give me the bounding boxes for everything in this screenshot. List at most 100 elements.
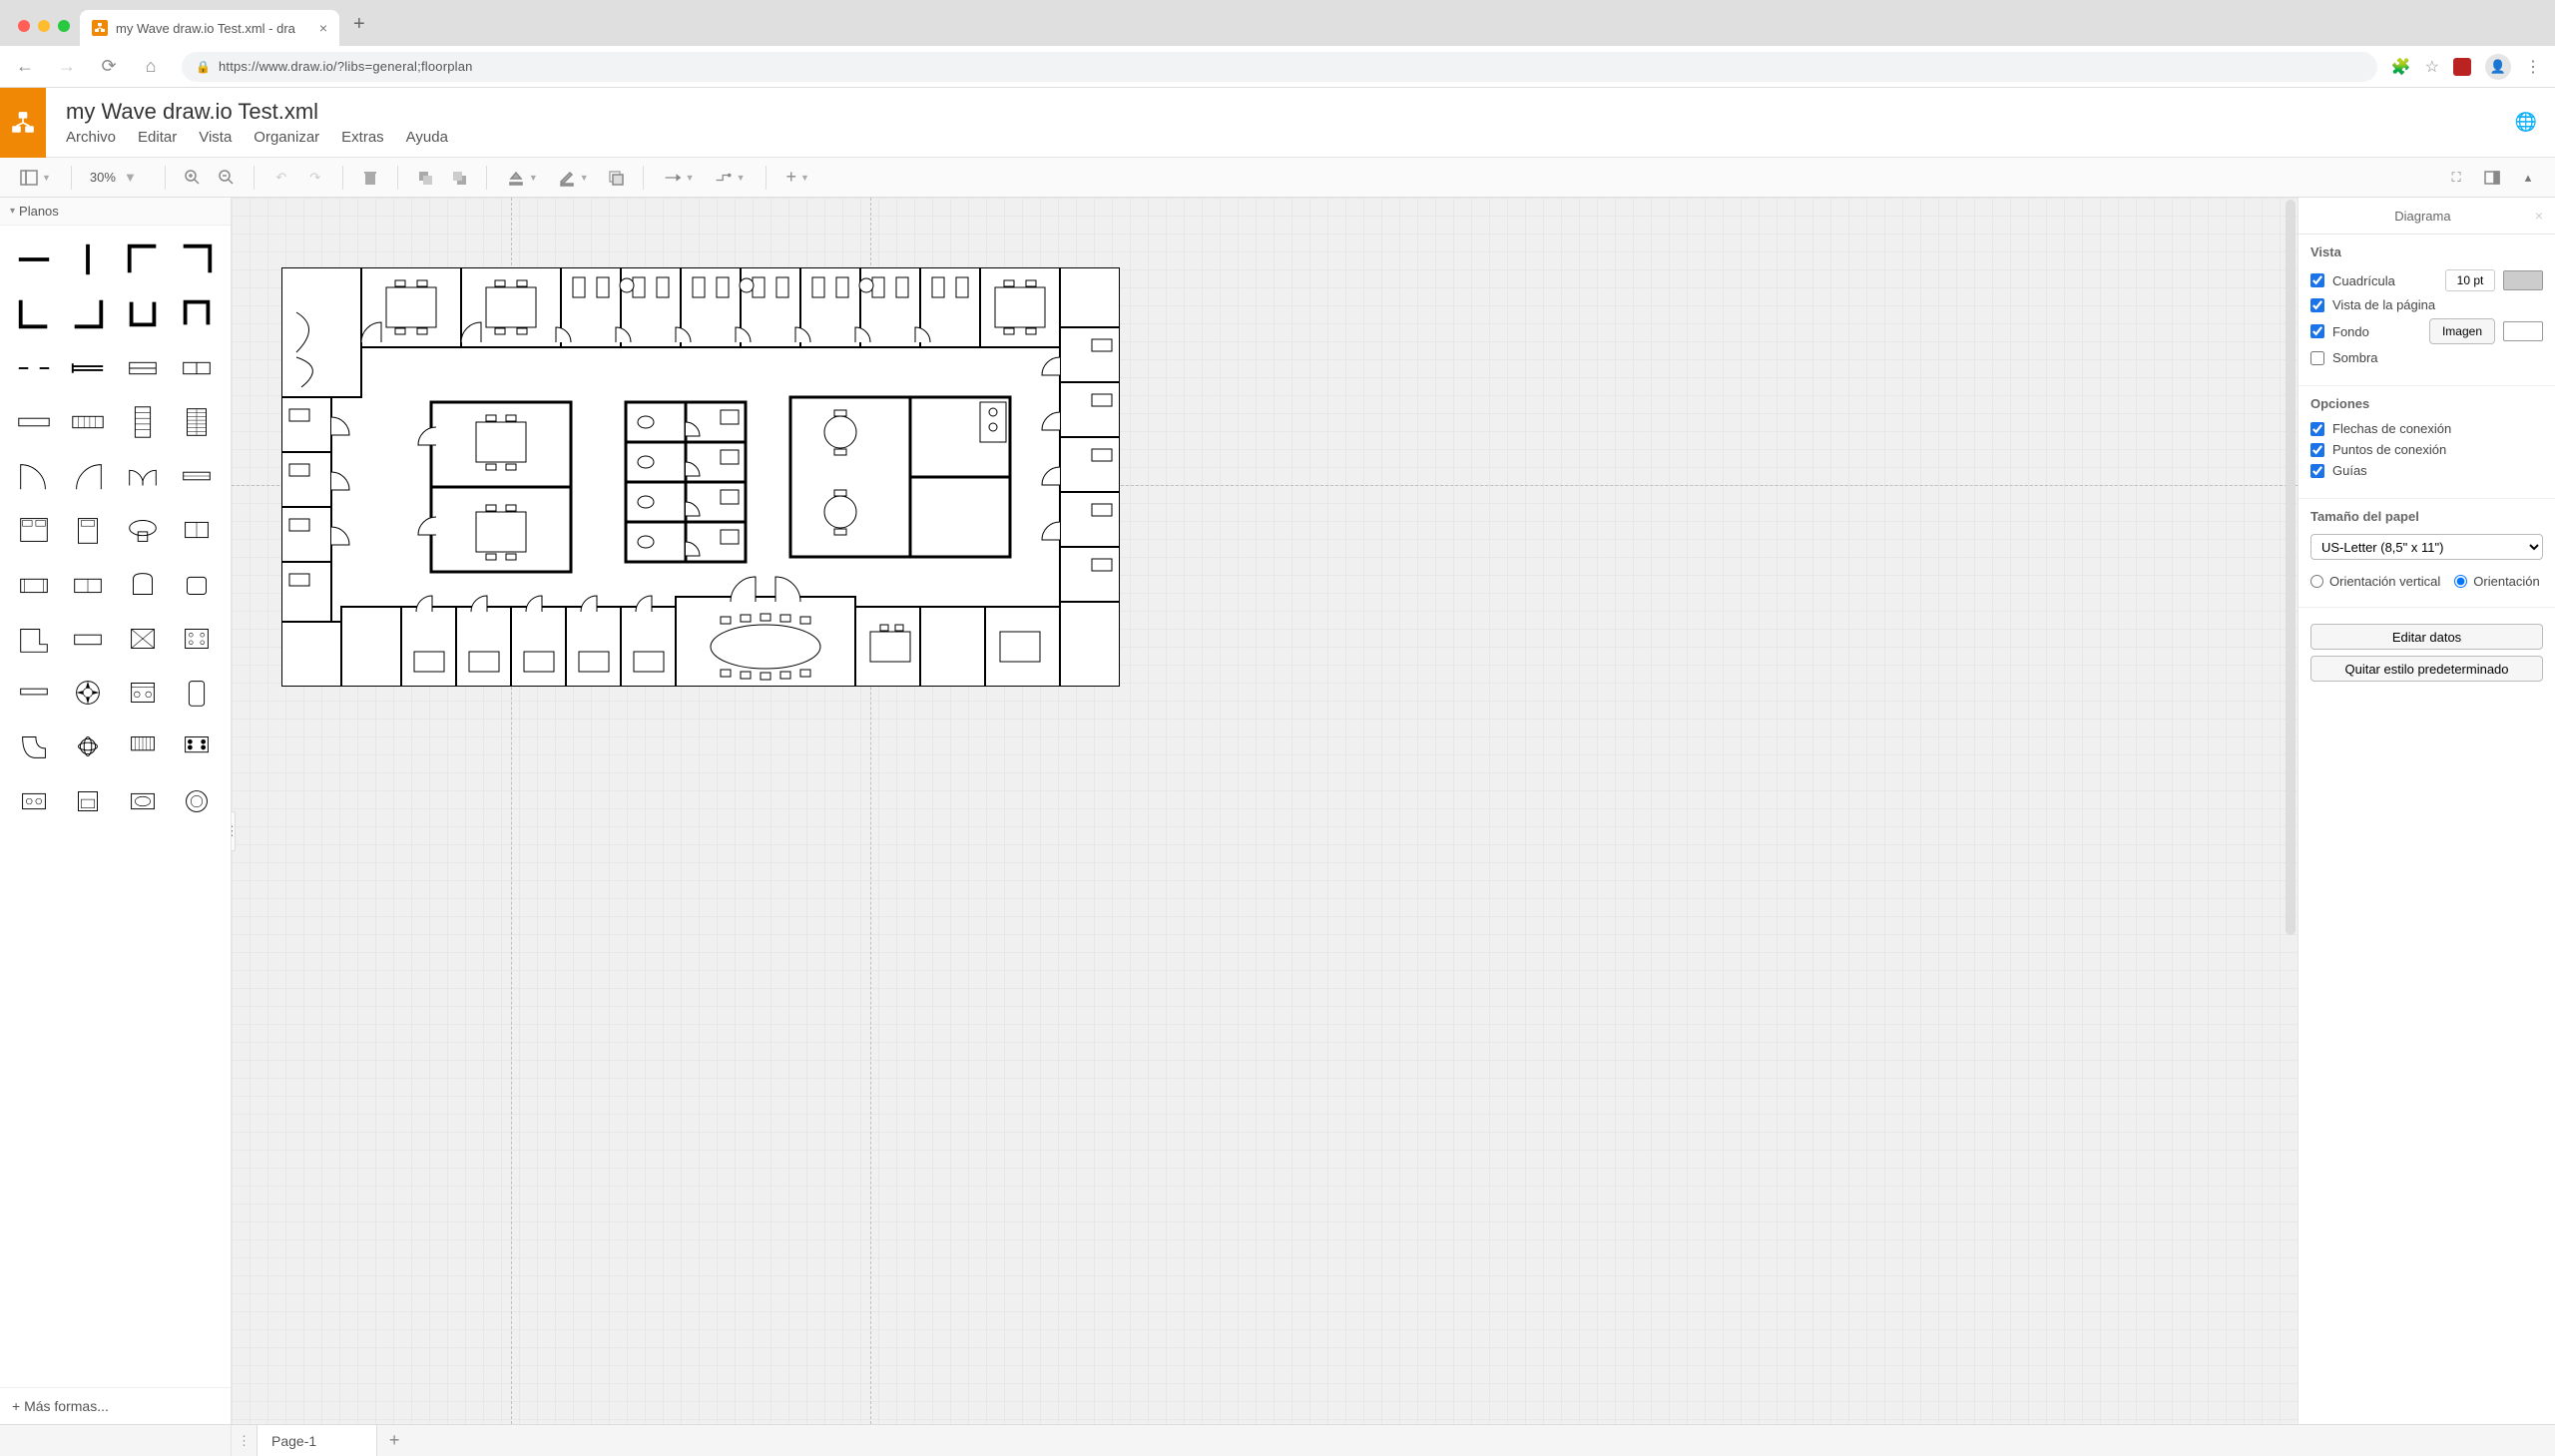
document-title[interactable]: my Wave draw.io Test.xml: [66, 99, 2497, 125]
tab-close-icon[interactable]: ×: [319, 20, 327, 36]
guides-checkbox[interactable]: [2310, 464, 2324, 478]
shape-sofa-2[interactable]: [64, 561, 112, 609]
browser-tab[interactable]: my Wave draw.io Test.xml - dra ×: [80, 10, 339, 46]
line-color-button[interactable]: ▼: [550, 163, 597, 193]
menu-extras[interactable]: Extras: [341, 129, 384, 146]
menu-editar[interactable]: Editar: [138, 129, 177, 146]
forward-button[interactable]: →: [50, 50, 84, 84]
grid-checkbox[interactable]: [2310, 273, 2324, 287]
menu-vista[interactable]: Vista: [199, 129, 232, 146]
collapse-button[interactable]: ▴: [2513, 163, 2543, 193]
grid-size-input[interactable]: [2445, 269, 2495, 291]
app-logo[interactable]: [0, 88, 46, 158]
to-back-button[interactable]: [444, 163, 474, 193]
menu-ayuda[interactable]: Ayuda: [406, 129, 448, 146]
shape-counter-1[interactable]: [10, 398, 58, 446]
shape-opening[interactable]: [10, 344, 58, 392]
shape-corner-tr[interactable]: [173, 236, 221, 283]
orientation-horizontal-radio[interactable]: [2454, 575, 2467, 588]
zoom-out-button[interactable]: [212, 163, 242, 193]
shape-window-3[interactable]: [173, 344, 221, 392]
orientation-vertical-radio[interactable]: [2310, 575, 2323, 588]
shape-desk-2[interactable]: [173, 723, 221, 770]
chrome-menu-icon[interactable]: ⋮: [2525, 57, 2541, 77]
shape-sofa-1[interactable]: [10, 561, 58, 609]
shape-dresser[interactable]: [173, 506, 221, 554]
shape-door-left[interactable]: [10, 452, 58, 500]
shape-u-up[interactable]: [119, 289, 167, 337]
shape-pocket-door[interactable]: [173, 452, 221, 500]
shape-rug[interactable]: [10, 669, 58, 717]
shape-fridge[interactable]: [173, 669, 221, 717]
sidebar-resize-handle[interactable]: ⋮: [232, 811, 236, 851]
window-close-dot[interactable]: [18, 20, 30, 32]
paper-size-select[interactable]: US-Letter (8,5" x 11"): [2310, 534, 2543, 560]
shape-sectional[interactable]: [10, 615, 58, 663]
shape-bed-double[interactable]: [10, 506, 58, 554]
shape-window-1[interactable]: [64, 344, 112, 392]
shape-wall-v[interactable]: [64, 236, 112, 283]
conn-points-checkbox[interactable]: [2310, 443, 2324, 457]
shape-door-right[interactable]: [64, 452, 112, 500]
sidebar-section-planos[interactable]: Planos: [0, 198, 231, 226]
floorplan-diagram[interactable]: [281, 267, 1120, 687]
window-max-dot[interactable]: [58, 20, 70, 32]
view-mode-button[interactable]: ▼: [12, 163, 59, 193]
menu-archivo[interactable]: Archivo: [66, 129, 116, 146]
shape-bed-single[interactable]: [64, 506, 112, 554]
to-front-button[interactable]: [410, 163, 440, 193]
shadow-button[interactable]: [601, 163, 631, 193]
pageview-checkbox[interactable]: [2310, 298, 2324, 312]
extension-icon-1[interactable]: 🧩: [2391, 57, 2411, 77]
shape-counter-2[interactable]: [64, 398, 112, 446]
shape-sink-round[interactable]: [173, 777, 221, 825]
shadow-checkbox[interactable]: [2310, 351, 2324, 365]
zoom-in-button[interactable]: [178, 163, 208, 193]
more-shapes-button[interactable]: + Más formas...: [0, 1387, 231, 1424]
star-icon[interactable]: ☆: [2425, 57, 2439, 77]
background-checkbox[interactable]: [2310, 324, 2324, 338]
delete-button[interactable]: [355, 163, 385, 193]
clear-default-style-button[interactable]: Quitar estilo predeterminado: [2310, 656, 2543, 682]
canvas-scrollbar[interactable]: [2286, 200, 2296, 935]
canvas[interactable]: ⋮: [232, 198, 2298, 1424]
fill-color-button[interactable]: ▼: [499, 163, 546, 193]
shape-nightstand[interactable]: [119, 506, 167, 554]
window-min-dot[interactable]: [38, 20, 50, 32]
connection-style-button[interactable]: ▼: [656, 163, 703, 193]
shape-tv-stand[interactable]: [64, 615, 112, 663]
language-icon[interactable]: 🌐: [2497, 112, 2555, 133]
home-button[interactable]: ⌂: [134, 50, 168, 84]
fullscreen-button[interactable]: ⛶: [2441, 163, 2471, 193]
shape-wall-h[interactable]: [10, 236, 58, 283]
address-field[interactable]: 🔒 https://www.draw.io/?libs=general;floo…: [182, 52, 2377, 82]
shape-corner-tl[interactable]: [119, 236, 167, 283]
shape-table-rect[interactable]: [119, 615, 167, 663]
format-panel-toggle[interactable]: [2477, 163, 2507, 193]
page-tab-menu-button[interactable]: ⋮: [232, 1425, 257, 1456]
shape-oven[interactable]: [64, 777, 112, 825]
shape-armchair-2[interactable]: [173, 561, 221, 609]
edit-data-button[interactable]: Editar datos: [2310, 624, 2543, 650]
add-page-button[interactable]: +: [377, 1425, 411, 1456]
zoom-dropdown[interactable]: 30% ▼: [84, 170, 153, 185]
shape-piano[interactable]: [10, 723, 58, 770]
shape-corner-br[interactable]: [64, 289, 112, 337]
shape-sink[interactable]: [119, 777, 167, 825]
shape-cooktop[interactable]: [10, 777, 58, 825]
background-color-swatch[interactable]: [2503, 321, 2543, 341]
menu-organizar[interactable]: Organizar: [254, 129, 319, 146]
shape-u-down[interactable]: [173, 289, 221, 337]
waypoint-style-button[interactable]: ▼: [707, 163, 754, 193]
shape-armchair-1[interactable]: [119, 561, 167, 609]
shape-corner-bl[interactable]: [10, 289, 58, 337]
grid-color-swatch[interactable]: [2503, 270, 2543, 290]
redo-button[interactable]: ↷: [300, 163, 330, 193]
reload-button[interactable]: ⟳: [92, 50, 126, 84]
shape-plant[interactable]: [64, 723, 112, 770]
shape-desk-1[interactable]: [119, 723, 167, 770]
new-tab-button[interactable]: +: [339, 13, 379, 46]
conn-arrows-checkbox[interactable]: [2310, 422, 2324, 436]
shape-stairs-2[interactable]: [173, 398, 221, 446]
extension-badge[interactable]: [2453, 58, 2471, 76]
